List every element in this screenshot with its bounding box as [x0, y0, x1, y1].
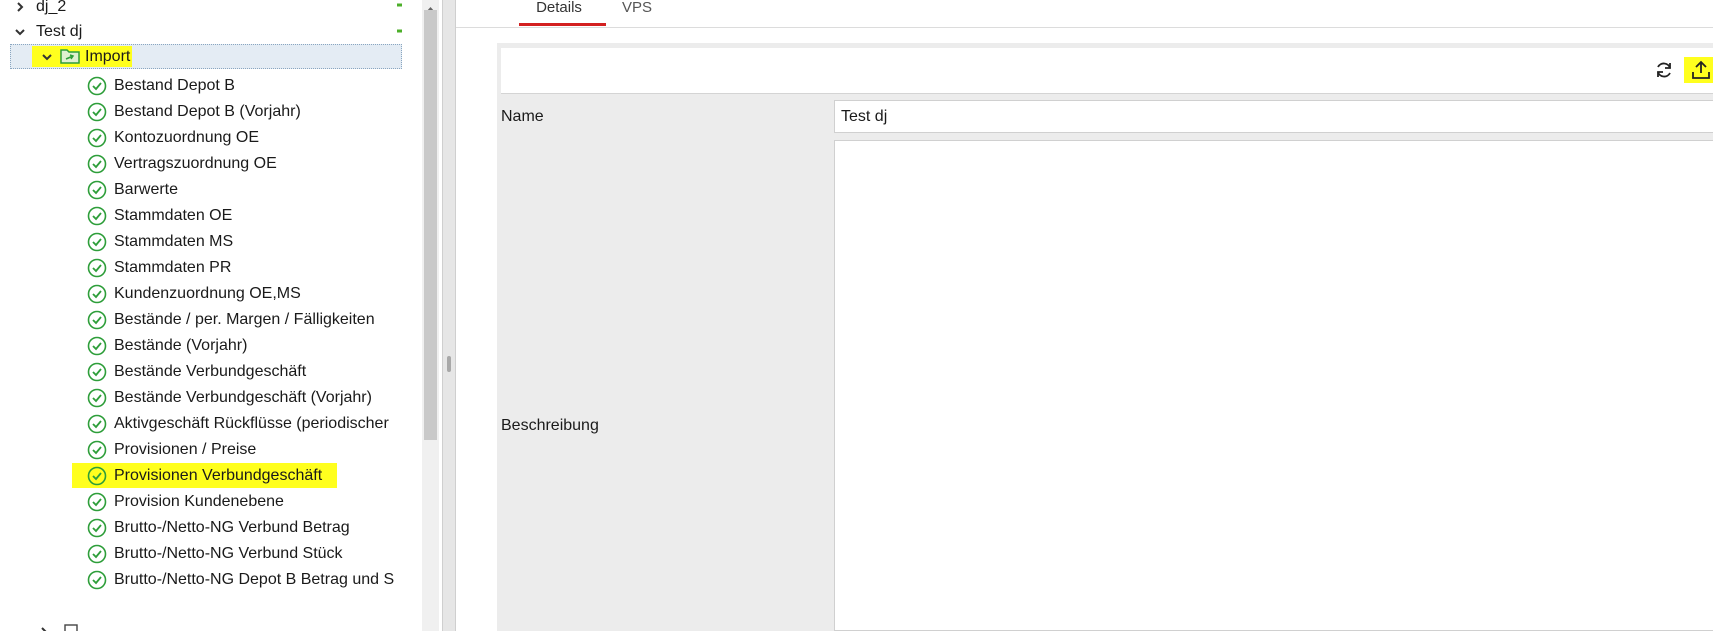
tree-item-label: Brutto-/Netto-NG Verbund Stück [114, 545, 343, 562]
tree-item-label: Stammdaten OE [114, 207, 233, 224]
tree-item-label: Brutto-/Netto-NG Depot B Betrag und S [114, 571, 395, 588]
tab-bar: Details VPS [456, 0, 1713, 28]
tree-item-label: Provisionen Verbundgeschäft [114, 467, 323, 484]
tree-item-label: Provisionen / Preise [114, 441, 257, 458]
name-field[interactable]: Test dj [834, 100, 1713, 133]
check-circle-icon [87, 310, 107, 330]
chevron-right-icon[interactable] [12, 0, 28, 15]
document-icon [62, 624, 80, 631]
description-field[interactable] [834, 140, 1713, 631]
check-circle-icon [87, 414, 107, 434]
tree-item-label: Stammdaten PR [114, 259, 232, 276]
check-circle-icon [87, 76, 107, 96]
tree-item-label: Brutto-/Netto-NG Verbund Betrag [114, 519, 350, 536]
check-circle-icon [87, 440, 107, 460]
check-circle-icon [87, 492, 107, 512]
import-folder-icon [60, 48, 80, 64]
tree-item-label: Bestand Depot B [114, 77, 235, 94]
tree-node-import[interactable]: Import [10, 44, 402, 69]
check-circle-icon [87, 180, 107, 200]
check-circle-icon [87, 570, 107, 590]
check-circle-icon [87, 258, 107, 278]
tab-details[interactable]: Details [519, 0, 599, 24]
check-circle-icon [87, 206, 107, 226]
check-circle-icon [87, 154, 107, 174]
tree-item-label: Provision Kundenebene [114, 493, 284, 510]
add-icon[interactable] [396, 0, 402, 14]
description-label: Beschreibung [501, 417, 599, 434]
splitter-grip-icon[interactable] [447, 356, 451, 372]
tree-item-label: Stammdaten MS [114, 233, 234, 250]
check-circle-icon [87, 102, 107, 122]
check-circle-icon [87, 362, 107, 382]
scroll-up-arrow-icon[interactable] [424, 0, 437, 12]
name-label: Name [501, 108, 544, 125]
tree-item-label: Barwerte [114, 181, 179, 198]
tree-item-label: Aktivgeschäft Rückflüsse (periodischer [114, 415, 389, 432]
details-toolbar [501, 48, 1713, 94]
tree-item-label: Bestände Verbundgeschäft [114, 363, 307, 380]
tree-item-label: Bestände Verbundgeschäft (Vorjahr) [114, 389, 372, 406]
tree-node-label: dj_2 [36, 0, 67, 15]
panel-splitter[interactable] [442, 0, 456, 631]
active-tab-indicator [519, 23, 606, 26]
upload-icon[interactable] [1684, 57, 1713, 83]
tree-item-label: Bestände (Vorjahr) [114, 337, 248, 354]
tree-node-label: Test dj [36, 23, 83, 40]
tree-item-label: Vertragszuordnung OE [114, 155, 277, 172]
check-circle-icon [87, 544, 107, 564]
refresh-icon[interactable] [1651, 57, 1677, 83]
check-circle-icon [87, 232, 107, 252]
check-circle-icon [87, 128, 107, 148]
add-icon[interactable] [396, 22, 402, 40]
check-circle-icon [87, 284, 107, 304]
check-circle-icon [87, 336, 107, 356]
tree-panel: dj_2 Test dj Import Bestand Depot B Best… [0, 0, 402, 631]
tree-item-label: Kundenzuordnung OE,MS [114, 285, 301, 302]
tree-item-label: Kontozuordnung OE [114, 129, 259, 146]
check-circle-icon [87, 466, 107, 486]
chevron-right-icon[interactable] [36, 624, 52, 631]
tree-item-label: Bestände / per. Margen / Fälligkeiten [114, 311, 375, 328]
tree-item-label: Bestand Depot B (Vorjahr) [114, 103, 301, 120]
tree-node-label: Import [85, 48, 131, 65]
chevron-down-icon[interactable] [39, 49, 55, 65]
tree-scrollbar-thumb[interactable] [424, 10, 437, 440]
tab-vps[interactable]: VPS [622, 0, 652, 24]
check-circle-icon [87, 388, 107, 408]
check-circle-icon [87, 518, 107, 538]
chevron-down-icon[interactable] [12, 24, 28, 40]
